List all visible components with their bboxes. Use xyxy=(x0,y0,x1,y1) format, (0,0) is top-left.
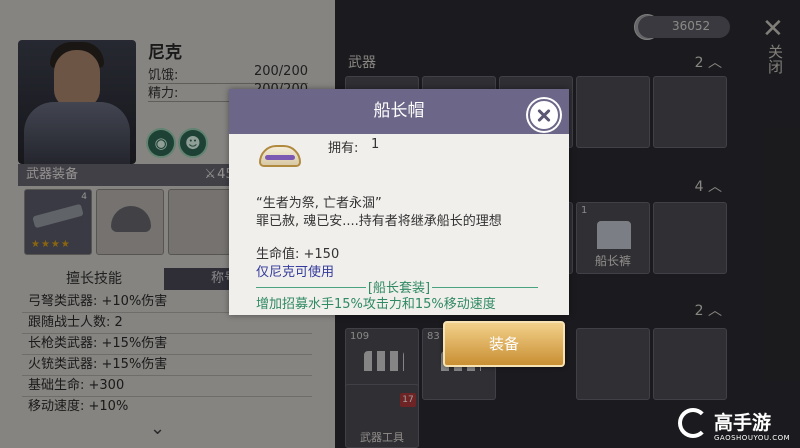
equip-button[interactable]: 装备 xyxy=(443,321,565,367)
owned-label: 拥有: xyxy=(328,141,359,156)
owned-count: 1 xyxy=(371,137,380,152)
dialog-header: 船长帽 xyxy=(229,89,569,134)
logo-mark-icon xyxy=(678,408,708,438)
item-detail-dialog: 船长帽 拥有: 1 “生者为祭, 亡者永涸” 罪已赦, 魂已安....持有者将继… xyxy=(229,89,569,315)
logo-site: GAOSHOUYOU.COM xyxy=(714,434,791,442)
dialog-title: 船长帽 xyxy=(373,101,425,121)
logo-name: 高手游 xyxy=(714,412,772,434)
set-description: 增加招募水手15%攻击力和15%移动速度 xyxy=(256,297,496,312)
watermark-logo: 高手游 GAOSHOUYOU.COM xyxy=(678,408,790,444)
item-flavor-text: 罪已赦, 魂已安....持有者将继承船长的理想 xyxy=(256,214,502,229)
item-quote: “生者为祭, 亡者永涸” xyxy=(256,196,382,211)
close-button[interactable] xyxy=(528,99,560,131)
captain-hat-icon xyxy=(255,139,305,175)
item-hp-bonus: 生命值: +150 xyxy=(256,247,340,262)
hat-band xyxy=(265,155,295,160)
